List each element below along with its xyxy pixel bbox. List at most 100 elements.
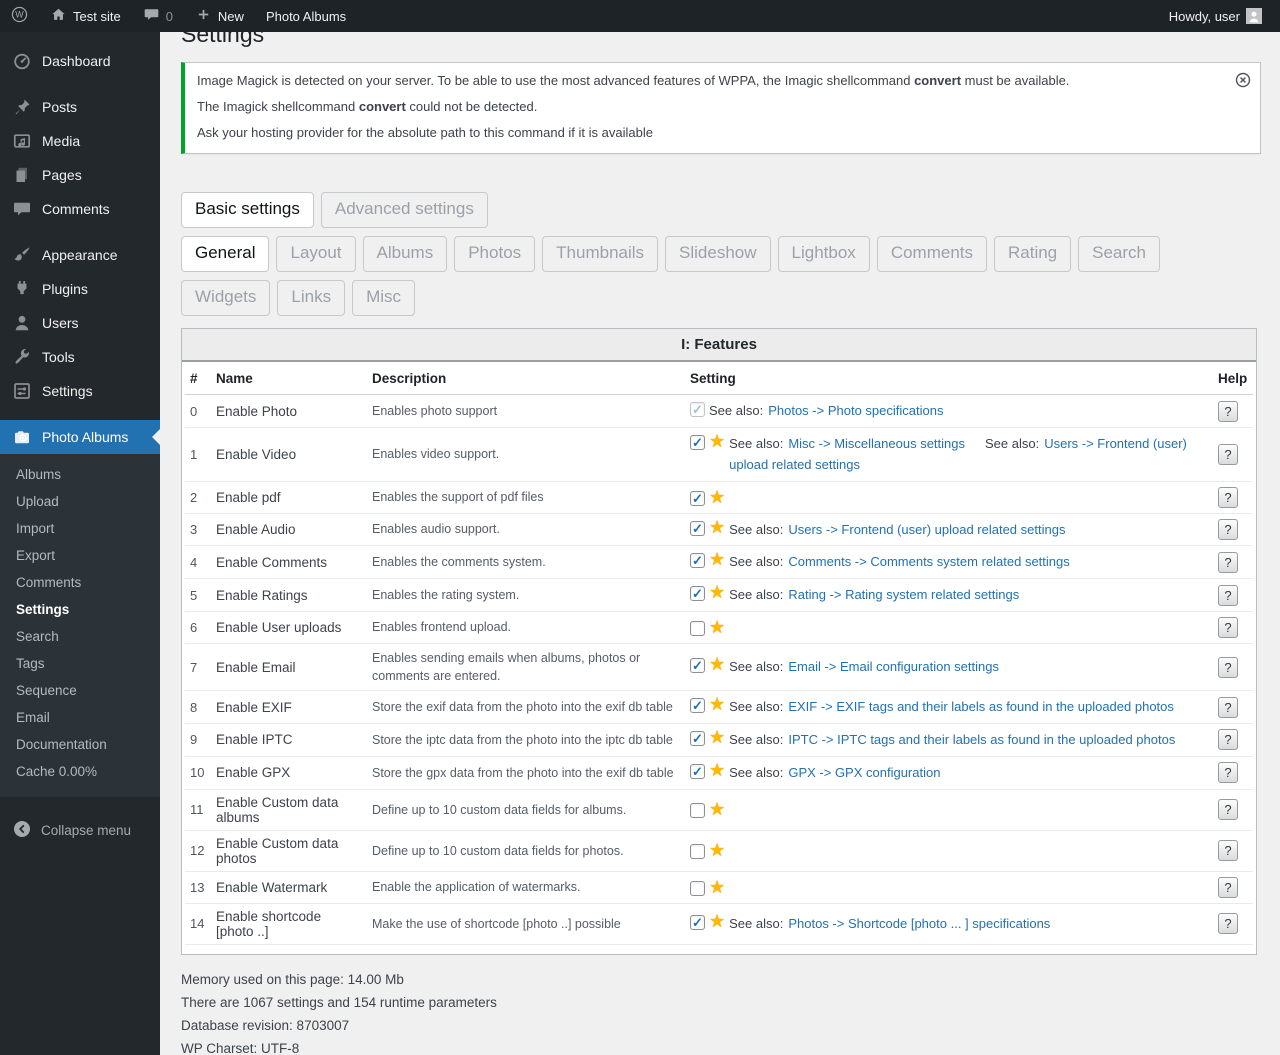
help-button[interactable]: ? bbox=[1218, 913, 1238, 934]
help-button[interactable]: ? bbox=[1218, 617, 1238, 638]
wordpress-logo-menu[interactable]: W bbox=[0, 0, 39, 32]
tab-widgets[interactable]: Widgets bbox=[181, 280, 270, 316]
help-button[interactable]: ? bbox=[1218, 840, 1238, 861]
setting-checkbox[interactable] bbox=[690, 803, 705, 818]
see-also-link[interactable]: EXIF -> EXIF tags and their labels as fo… bbox=[788, 699, 1174, 714]
row-number: 5 bbox=[185, 579, 211, 612]
help-button[interactable]: ? bbox=[1218, 799, 1238, 820]
new-menu[interactable]: New bbox=[184, 0, 255, 32]
sidebar-item-pages[interactable]: Pages bbox=[0, 158, 160, 192]
submenu-item-export[interactable]: Export bbox=[0, 542, 160, 569]
setting-checkbox[interactable] bbox=[690, 698, 705, 713]
tab-layout[interactable]: Layout bbox=[276, 236, 355, 272]
submenu-item-search[interactable]: Search bbox=[0, 623, 160, 650]
setting-checkbox[interactable] bbox=[690, 553, 705, 568]
sidebar-item-tools[interactable]: Tools bbox=[0, 340, 160, 374]
help-button[interactable]: ? bbox=[1218, 877, 1238, 898]
help-button[interactable]: ? bbox=[1218, 444, 1238, 465]
tab-rating[interactable]: Rating bbox=[994, 236, 1071, 272]
help-button[interactable]: ? bbox=[1218, 519, 1238, 540]
submenu-item-documentation[interactable]: Documentation bbox=[0, 731, 160, 758]
dismiss-notice-icon[interactable] bbox=[1234, 71, 1252, 89]
comments-menu[interactable]: 0 bbox=[132, 0, 184, 32]
table-row: 0Enable PhotoEnables photo supportSee al… bbox=[185, 395, 1253, 428]
row-number: 7 bbox=[185, 644, 211, 691]
see-also-link[interactable]: Users -> Frontend (user) upload related … bbox=[788, 522, 1065, 537]
submenu-item-upload[interactable]: Upload bbox=[0, 488, 160, 515]
see-also-link[interactable]: Email -> Email configuration settings bbox=[788, 659, 999, 674]
setting-checkbox[interactable] bbox=[690, 586, 705, 601]
howdy-menu[interactable]: Howdy, user bbox=[1158, 0, 1266, 32]
tab-general[interactable]: General bbox=[181, 236, 269, 272]
setting-checkbox[interactable] bbox=[690, 915, 705, 930]
help-button[interactable]: ? bbox=[1218, 762, 1238, 783]
see-also-link[interactable]: GPX -> GPX configuration bbox=[788, 765, 940, 780]
tab-lightbox[interactable]: Lightbox bbox=[778, 236, 870, 272]
setting-checkbox[interactable] bbox=[690, 621, 705, 636]
help-button[interactable]: ? bbox=[1218, 729, 1238, 750]
site-name-menu[interactable]: Test site bbox=[39, 0, 132, 32]
setting-checkbox[interactable] bbox=[690, 881, 705, 896]
submenu-item-import[interactable]: Import bbox=[0, 515, 160, 542]
submenu-item-email[interactable]: Email bbox=[0, 704, 160, 731]
sidebar-item-comments[interactable]: Comments bbox=[0, 192, 160, 226]
help-button[interactable]: ? bbox=[1218, 697, 1238, 718]
see-also-list bbox=[729, 489, 1208, 490]
submenu-item-sequence[interactable]: Sequence bbox=[0, 677, 160, 704]
tab-search[interactable]: Search bbox=[1078, 236, 1160, 272]
submenu-item-albums[interactable]: Albums bbox=[0, 461, 160, 488]
table-row: 5Enable RatingsEnables the rating system… bbox=[185, 579, 1253, 612]
help-button[interactable]: ? bbox=[1218, 585, 1238, 606]
tab-photos[interactable]: Photos bbox=[454, 236, 535, 272]
setting-checkbox[interactable] bbox=[690, 491, 705, 506]
help-button[interactable]: ? bbox=[1218, 552, 1238, 573]
setting-checkbox[interactable] bbox=[690, 521, 705, 536]
media-icon bbox=[12, 131, 32, 151]
info-line: WP Charset: UTF-8 bbox=[181, 1040, 1260, 1055]
setting-checkbox[interactable] bbox=[690, 658, 705, 673]
row-number: 14 bbox=[185, 903, 211, 944]
submenu-item-comments[interactable]: Comments bbox=[0, 569, 160, 596]
help-button[interactable]: ? bbox=[1218, 401, 1238, 422]
tab-comments[interactable]: Comments bbox=[877, 236, 987, 272]
sidebar-item-settings[interactable]: Settings bbox=[0, 374, 160, 408]
submenu-item-cache-0-00-[interactable]: Cache 0.00% bbox=[0, 758, 160, 785]
column-header-name: Name bbox=[211, 362, 367, 395]
submenu-item-tags[interactable]: Tags bbox=[0, 650, 160, 677]
tab-links[interactable]: Links bbox=[277, 280, 345, 316]
tab-advanced-settings[interactable]: Advanced settings bbox=[321, 192, 488, 228]
admin-sidebar: DashboardPostsMediaPagesCommentsAppearan… bbox=[0, 32, 160, 1055]
tab-albums[interactable]: Albums bbox=[363, 236, 448, 272]
tab-basic-settings[interactable]: Basic settings bbox=[181, 192, 314, 228]
photo-albums-toolbar-item[interactable]: Photo Albums bbox=[255, 0, 357, 32]
setting-controls: ★See also:EXIF -> EXIF tags and their la… bbox=[690, 696, 1208, 718]
setting-checkbox[interactable] bbox=[690, 764, 705, 779]
help-button[interactable]: ? bbox=[1218, 657, 1238, 678]
table-scroll-area[interactable]: #NameDescriptionSettingHelp 0Enable Phot… bbox=[182, 362, 1256, 953]
collapse-menu-button[interactable]: Collapse menu bbox=[0, 809, 160, 852]
setting-checkbox[interactable] bbox=[690, 402, 705, 417]
sidebar-item-appearance[interactable]: Appearance bbox=[0, 238, 160, 272]
sidebar-item-media[interactable]: Media bbox=[0, 124, 160, 158]
see-also-link[interactable]: Comments -> Comments system related sett… bbox=[788, 554, 1069, 569]
see-also-link[interactable]: Photos -> Photo specifications bbox=[768, 403, 943, 418]
help-cell: ? bbox=[1213, 903, 1253, 944]
setting-checkbox[interactable] bbox=[690, 731, 705, 746]
see-also-link[interactable]: Photos -> Shortcode [photo ... ] specifi… bbox=[788, 916, 1050, 931]
help-button[interactable]: ? bbox=[1218, 487, 1238, 508]
sidebar-item-photo-albums[interactable]: Photo Albums bbox=[0, 420, 160, 454]
tab-misc[interactable]: Misc bbox=[352, 280, 415, 316]
sidebar-item-dashboard[interactable]: Dashboard bbox=[0, 44, 160, 78]
see-also-link[interactable]: IPTC -> IPTC tags and their labels as fo… bbox=[788, 732, 1175, 747]
sidebar-item-label: Posts bbox=[42, 99, 77, 115]
sidebar-item-posts[interactable]: Posts bbox=[0, 90, 160, 124]
setting-checkbox[interactable] bbox=[690, 435, 705, 450]
setting-checkbox[interactable] bbox=[690, 844, 705, 859]
submenu-item-settings[interactable]: Settings bbox=[0, 596, 160, 623]
sidebar-item-plugins[interactable]: Plugins bbox=[0, 272, 160, 306]
tab-thumbnails[interactable]: Thumbnails bbox=[542, 236, 658, 272]
sidebar-item-users[interactable]: Users bbox=[0, 306, 160, 340]
see-also-link[interactable]: Rating -> Rating system related settings bbox=[788, 587, 1019, 602]
see-also-link[interactable]: Misc -> Miscellaneous settings bbox=[788, 436, 965, 451]
tab-slideshow[interactable]: Slideshow bbox=[665, 236, 771, 272]
